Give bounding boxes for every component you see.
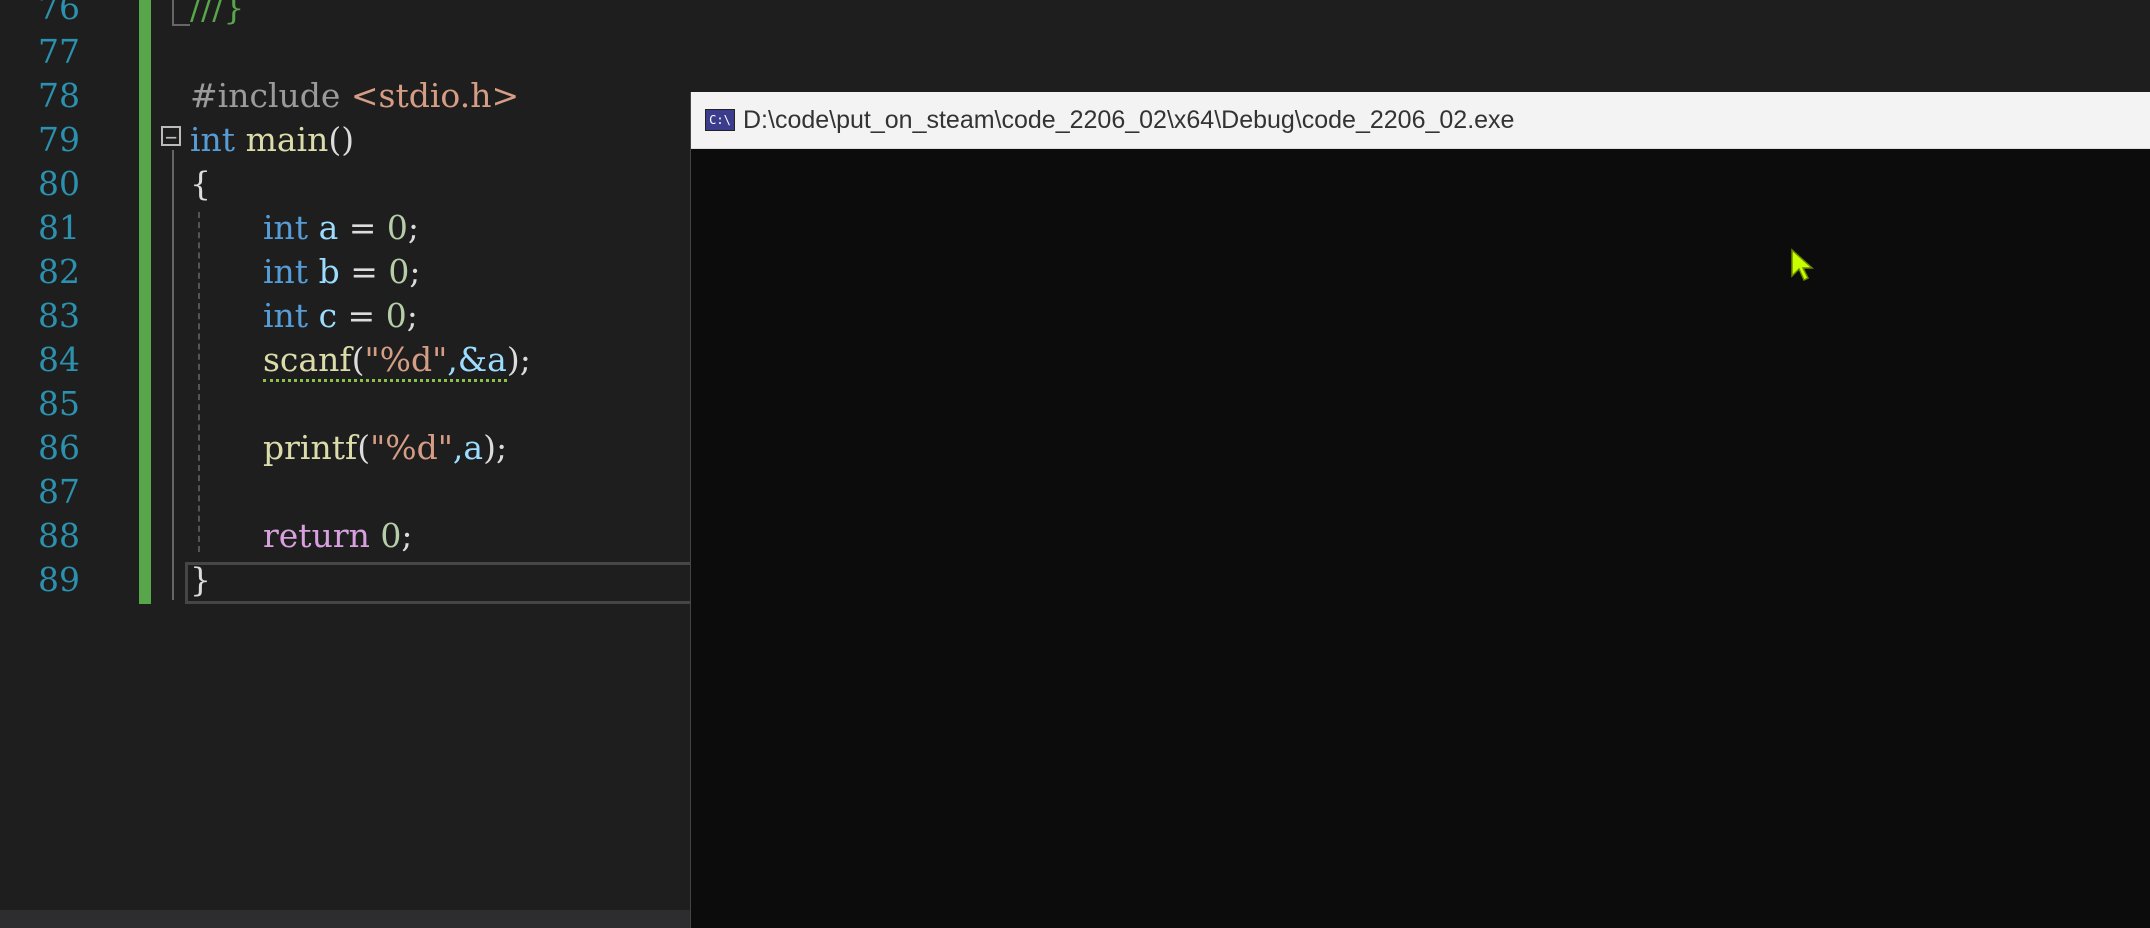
- status-bar: [0, 910, 690, 928]
- number: 0: [380, 516, 402, 555]
- code-line-78[interactable]: #include <stdio.h>: [190, 74, 519, 118]
- line-number: 84: [38, 340, 80, 379]
- close-paren: );: [483, 428, 508, 467]
- line-number: 87: [38, 472, 80, 511]
- code-line-81[interactable]: int a = 0;: [263, 206, 419, 250]
- code-line-80[interactable]: {: [190, 162, 211, 206]
- keyword: int: [263, 208, 309, 247]
- preprocessor-directive: #include: [190, 76, 351, 115]
- line-number: 79: [38, 120, 80, 159]
- variable: a: [318, 208, 339, 247]
- warning-squiggle[interactable]: scanf("%d",&a: [263, 340, 507, 382]
- console-app-icon: C:\: [705, 109, 735, 131]
- line-number: 78: [38, 76, 80, 115]
- variable: b: [318, 252, 340, 291]
- line-number: 76: [38, 0, 80, 27]
- semicolon: ;: [406, 296, 418, 335]
- line-number: 80: [38, 164, 80, 203]
- semicolon: ;: [401, 516, 413, 555]
- format-string: "%d": [370, 428, 453, 467]
- number: 0: [385, 296, 407, 335]
- operator: =: [339, 252, 389, 291]
- keyword: int: [263, 296, 309, 335]
- code-line-79[interactable]: int main(): [190, 118, 354, 162]
- change-indicator-bar: [139, 0, 151, 604]
- format-string: "%d": [364, 340, 448, 379]
- collapse-toggle-icon[interactable]: −: [161, 126, 181, 147]
- close-paren: );: [506, 340, 531, 379]
- code-line-76[interactable]: ///}: [190, 0, 244, 30]
- current-line-highlight: [185, 562, 695, 604]
- line-number: 83: [38, 296, 80, 335]
- keyword: int: [263, 252, 309, 291]
- operator: =: [337, 296, 386, 335]
- open-paren: (: [351, 340, 365, 379]
- line-number: 89: [38, 560, 80, 599]
- line-number: 88: [38, 516, 80, 555]
- function-call: scanf: [263, 340, 352, 379]
- arguments: ,a: [452, 428, 484, 467]
- line-number: 86: [38, 428, 80, 467]
- number: 0: [388, 252, 410, 291]
- keyword: return: [263, 516, 370, 555]
- line-number: 81: [38, 208, 80, 247]
- outline-guide: [172, 0, 190, 26]
- semicolon: ;: [407, 208, 420, 247]
- code-line-86[interactable]: printf("%d",a);: [263, 426, 507, 470]
- outline-guide: [172, 150, 174, 600]
- code-line-84[interactable]: scanf("%d",&a);: [263, 338, 531, 382]
- number: 0: [386, 208, 408, 247]
- include-header: <stdio.h>: [350, 76, 520, 115]
- code-line-82[interactable]: int b = 0;: [263, 250, 420, 294]
- line-number: 77: [38, 32, 80, 71]
- operator: =: [338, 208, 387, 247]
- code-line-89[interactable]: }: [190, 558, 211, 602]
- variable: c: [318, 296, 338, 335]
- semicolon: ;: [409, 252, 421, 291]
- mouse-cursor-icon: [1791, 248, 1814, 282]
- line-number: 82: [38, 252, 80, 291]
- line-number-gutter: 76 77 78 79 80 81 82 83 84 85 86 87 88 8…: [0, 0, 100, 910]
- arguments: ,&a: [447, 340, 507, 379]
- console-window[interactable]: C:\ D:\code\put_on_steam\code_2206_02\x6…: [690, 92, 2150, 928]
- line-number: 85: [38, 384, 80, 423]
- function-call: printf: [263, 428, 358, 467]
- function-name: main: [245, 120, 329, 159]
- console-title-bar[interactable]: C:\ D:\code\put_on_steam\code_2206_02\x6…: [691, 92, 2150, 149]
- indent-guide: [198, 212, 200, 552]
- keyword: int: [190, 120, 236, 159]
- code-line-88[interactable]: return 0;: [263, 514, 412, 558]
- code-line-83[interactable]: int c = 0;: [263, 294, 418, 338]
- console-title: D:\code\put_on_steam\code_2206_02\x64\De…: [743, 106, 1515, 134]
- open-paren: (: [357, 428, 371, 467]
- parens: (): [328, 120, 355, 159]
